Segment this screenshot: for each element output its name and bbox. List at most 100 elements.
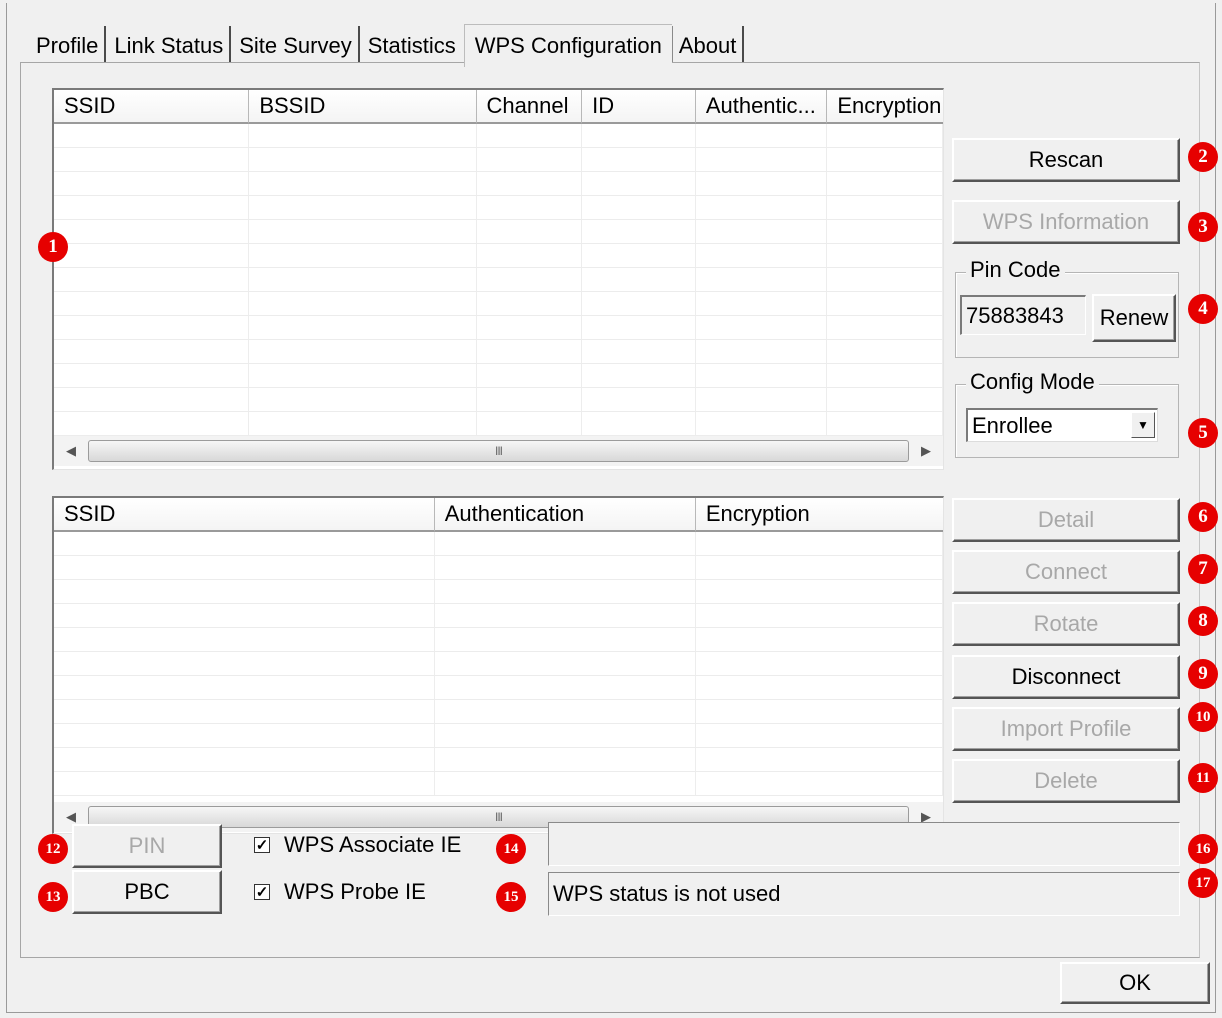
chevron-down-icon[interactable]: ▼ — [1131, 412, 1155, 438]
column-bssid[interactable]: BSSID — [249, 90, 477, 124]
rescan-button[interactable]: Rescan — [952, 138, 1180, 182]
delete-button[interactable]: Delete — [952, 759, 1180, 803]
list-cell-empty — [54, 316, 250, 339]
list-cell-empty — [249, 388, 477, 411]
list-cell-empty — [435, 580, 696, 603]
list-cell-empty — [827, 196, 943, 219]
list-cell-empty — [54, 172, 250, 195]
list-cell-empty — [54, 580, 435, 603]
list-row-empty — [54, 724, 943, 748]
list-cell-empty — [54, 364, 250, 387]
disconnect-button[interactable]: Disconnect — [952, 655, 1180, 699]
list-cell-empty — [582, 316, 696, 339]
ok-button[interactable]: OK — [1060, 962, 1210, 1004]
list-cell-empty — [582, 172, 696, 195]
list-cell-empty — [54, 268, 250, 291]
ap-list-hscrollbar[interactable]: ◀ III ▶ — [54, 436, 943, 466]
list-row-empty — [54, 532, 943, 556]
list-cell-empty — [435, 628, 696, 651]
pin-button[interactable]: PIN — [72, 824, 222, 868]
list-cell-empty — [54, 652, 435, 675]
list-cell-empty — [477, 364, 583, 387]
column-authentication[interactable]: Authentication — [434, 498, 696, 532]
tab-profile[interactable]: Profile — [30, 26, 107, 66]
list-cell-empty — [477, 388, 583, 411]
detail-button[interactable]: Detail — [952, 498, 1180, 542]
scroll-right-icon[interactable]: ▶ — [909, 436, 943, 466]
list-cell-empty — [582, 196, 696, 219]
wps-status-line-2: WPS status is not used — [548, 872, 1180, 916]
list-cell-empty — [696, 652, 943, 675]
column-encryption[interactable]: Encryption — [827, 90, 943, 124]
list-cell-empty — [582, 364, 696, 387]
connect-button[interactable]: Connect — [952, 550, 1180, 594]
list-cell-empty — [696, 676, 943, 699]
column-channel[interactable]: Channel — [476, 90, 583, 124]
list-row-empty — [54, 652, 943, 676]
column-id[interactable]: ID — [582, 90, 696, 124]
list-cell-empty — [477, 340, 583, 363]
list-cell-empty — [435, 748, 696, 771]
list-cell-empty — [435, 676, 696, 699]
renew-button[interactable]: Renew — [1092, 294, 1176, 342]
list-cell-empty — [54, 628, 435, 651]
list-row-empty — [54, 316, 943, 340]
config-mode-value: Enrollee — [972, 412, 1053, 438]
list-cell-empty — [696, 220, 828, 243]
config-mode-select[interactable]: Enrollee ▼ — [966, 408, 1158, 442]
list-row-empty — [54, 292, 943, 316]
pbc-button[interactable]: PBC — [72, 870, 222, 914]
list-cell-empty — [477, 292, 583, 315]
list-cell-empty — [696, 628, 943, 651]
list-cell-empty — [54, 604, 435, 627]
list-row-empty — [54, 556, 943, 580]
list-cell-empty — [54, 148, 250, 171]
list-cell-empty — [249, 340, 477, 363]
column-ssid[interactable]: SSID — [54, 498, 435, 532]
list-row-empty — [54, 580, 943, 604]
tab-statistics[interactable]: Statistics — [362, 26, 462, 66]
list-cell-empty — [696, 532, 943, 555]
list-cell-empty — [249, 292, 477, 315]
marker-9: 9 — [1188, 659, 1218, 689]
list-cell-empty — [696, 748, 943, 771]
wps-probe-ie-checkbox-row[interactable]: ✓ WPS Probe IE — [254, 879, 426, 905]
ap-list-header: SSID BSSID Channel ID Authentic... Encry… — [54, 90, 943, 124]
list-cell-empty — [827, 268, 943, 291]
tab-site-survey[interactable]: Site Survey — [233, 26, 360, 66]
import-profile-button[interactable]: Import Profile — [952, 707, 1180, 751]
column-encryption[interactable]: Encryption — [695, 498, 943, 532]
rotate-button[interactable]: Rotate — [952, 602, 1180, 646]
ap-list[interactable]: SSID BSSID Channel ID Authentic... Encry… — [52, 88, 944, 470]
scroll-left-icon[interactable]: ◀ — [54, 436, 88, 466]
wps-associate-ie-checkbox-row[interactable]: ✓ WPS Associate IE — [254, 832, 461, 858]
list-cell-empty — [54, 124, 250, 147]
list-cell-empty — [696, 724, 943, 747]
wps-probe-ie-checkbox[interactable]: ✓ — [254, 884, 270, 900]
wps-associate-ie-checkbox[interactable]: ✓ — [254, 837, 270, 853]
wps-information-button[interactable]: WPS Information — [952, 200, 1180, 244]
scroll-thumb[interactable]: III — [88, 440, 909, 462]
list-cell-empty — [696, 316, 828, 339]
list-cell-empty — [54, 532, 435, 555]
list-cell-empty — [477, 220, 583, 243]
list-cell-empty — [696, 148, 828, 171]
column-authentication[interactable]: Authentic... — [695, 90, 828, 124]
list-cell-empty — [477, 124, 583, 147]
marker-14: 14 — [496, 834, 526, 864]
list-cell-empty — [54, 724, 435, 747]
tab-wps-configuration[interactable]: WPS Configuration — [463, 24, 672, 67]
list-cell-empty — [827, 364, 943, 387]
list-cell-empty — [827, 148, 943, 171]
list-cell-empty — [696, 412, 828, 435]
list-cell-empty — [477, 268, 583, 291]
tab-about[interactable]: About — [671, 26, 745, 66]
pin-code-field: 75883843 — [960, 295, 1086, 335]
marker-16: 16 — [1188, 834, 1218, 864]
tab-link-status[interactable]: Link Status — [108, 26, 232, 66]
wps-profile-list[interactable]: SSID Authentication Encryption ◀ III ▶ — [52, 496, 944, 834]
list-cell-empty — [54, 220, 250, 243]
list-cell-empty — [696, 364, 828, 387]
list-row-empty — [54, 748, 943, 772]
column-ssid[interactable]: SSID — [54, 90, 250, 124]
